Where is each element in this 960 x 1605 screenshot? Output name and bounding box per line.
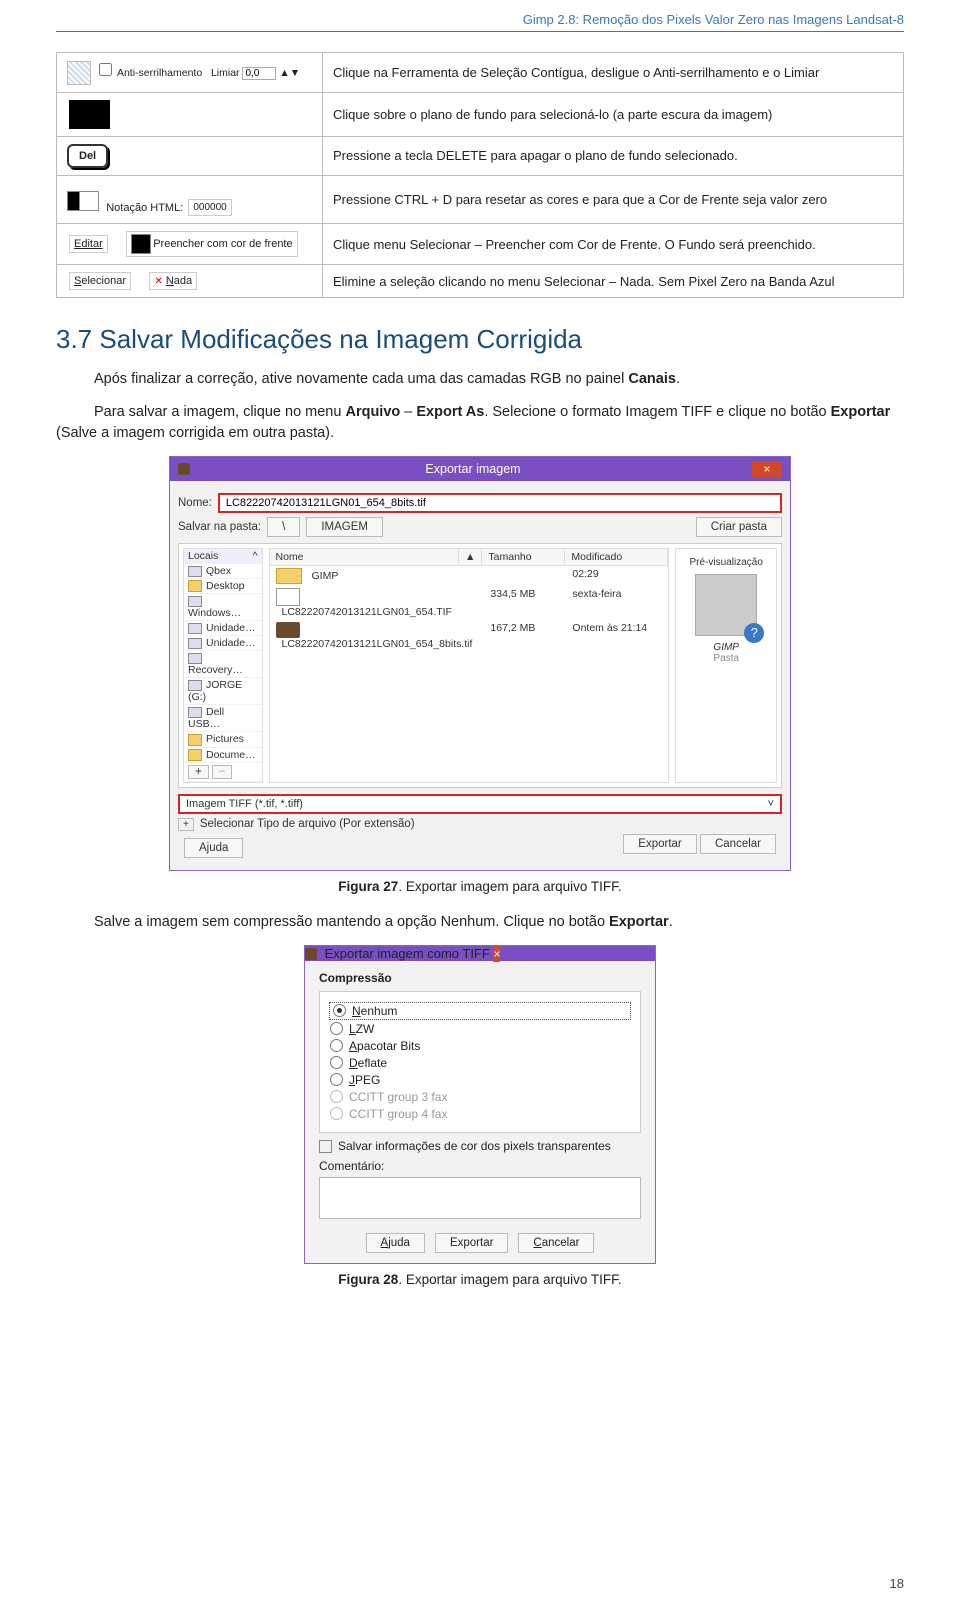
places-sidebar[interactable]: Locais ^ Qbex Desktop Windows… Unidade… … [183, 548, 263, 783]
para-3: Salve a imagem sem compressão mantendo a… [56, 912, 904, 933]
steps-table: Anti-serrilhamento Limiar ▲▼ Clique na F… [56, 52, 904, 298]
radio-nenhum[interactable]: Nenhum [330, 1003, 630, 1019]
radio-ccitt3: CCITT group 3 fax [330, 1090, 630, 1104]
threshold-input[interactable] [242, 67, 276, 80]
tool-icon [67, 61, 91, 85]
tiff-options-dialog: Exportar imagem como TIFF × Compressão N… [304, 945, 656, 1264]
compression-group: Nenhum LZW Apacotar Bits Deflate JPEG CC… [319, 991, 641, 1133]
export-button[interactable]: Exportar [623, 834, 696, 854]
expand-type[interactable]: + [178, 818, 194, 831]
comment-textarea[interactable] [319, 1177, 641, 1219]
file-list[interactable]: Nome ▲ Tamanho Modificado GIMP02:29 LC82… [269, 548, 670, 783]
create-folder-button[interactable]: Criar pasta [696, 517, 782, 537]
gimp-icon [305, 948, 317, 960]
preview-pane: Pré-visualização ? GIMP Pasta [675, 548, 777, 783]
export-dialog: Exportar imagem × Nome: Salvar na pasta:… [169, 456, 791, 871]
figure27-caption: Figura 27. Exportar imagem para arquivo … [56, 879, 904, 894]
del-keycap: Del [67, 144, 108, 168]
export-button-2[interactable]: Exportar [435, 1233, 508, 1253]
filetype-combo[interactable]: Imagem TIFF (*.tif, *.tiff)˅ [178, 794, 782, 814]
radio-ccitt4: CCITT group 4 fax [330, 1107, 630, 1121]
path-seg-imagem[interactable]: IMAGEM [306, 517, 383, 537]
header-rule [56, 31, 904, 32]
para-1: Após finalizar a correção, ative novamen… [56, 369, 904, 390]
radio-jpeg[interactable]: JPEG [330, 1073, 630, 1087]
page-header: Gimp 2.8: Remoção dos Pixels Valor Zero … [56, 0, 904, 29]
dark-thumb [69, 100, 110, 129]
cancel-button-2[interactable]: Cancelar [518, 1233, 594, 1253]
close-icon[interactable]: × [493, 946, 500, 962]
path-seg-root[interactable]: \ [267, 517, 300, 537]
cancel-button[interactable]: Cancelar [700, 834, 776, 854]
close-icon[interactable]: × [752, 461, 782, 477]
section-heading: 3.7 Salvar Modificações na Imagem Corrig… [56, 324, 904, 355]
radio-deflate[interactable]: Deflate [330, 1056, 630, 1070]
help-button[interactable]: Ajuda [184, 838, 243, 858]
help-button-2[interactable]: Ajuda [366, 1233, 425, 1253]
fg-bg-swatch [67, 183, 99, 214]
antialias-checkbox[interactable] [99, 63, 112, 76]
radio-lzw[interactable]: LZW [330, 1022, 630, 1036]
para-2: Para salvar a imagem, clique no menu Arq… [56, 402, 904, 444]
radio-packbits[interactable]: Apacotar Bits [330, 1039, 630, 1053]
save-alpha-checkbox[interactable] [319, 1140, 332, 1153]
gimp-icon [178, 463, 190, 475]
page-number: 18 [890, 1576, 904, 1591]
filename-input[interactable] [218, 493, 782, 513]
export-titlebar: Exportar imagem × [170, 457, 790, 481]
figure28-caption: Figura 28. Exportar imagem para arquivo … [56, 1272, 904, 1287]
